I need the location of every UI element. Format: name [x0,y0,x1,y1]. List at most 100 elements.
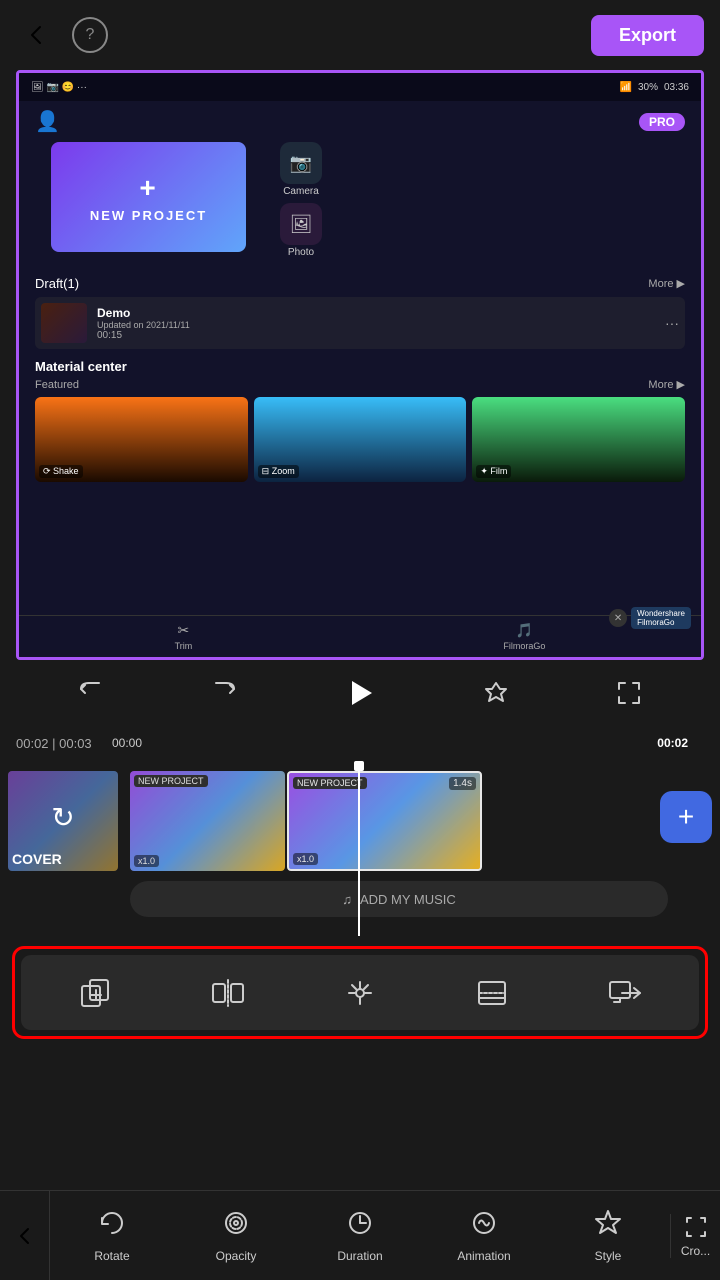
featured-grid: ⟳ Shake ⊟ Zoom ✦ Film [35,397,685,482]
filmora-icon: 🎵 [516,622,533,639]
crop-nav-item[interactable]: Cro... [670,1214,720,1258]
crop-label: Cro... [681,1244,710,1258]
playhead [358,761,360,936]
draft-item[interactable]: Demo Updated on 2021/11/11 00:15 ··· [35,297,685,349]
phone-time: 03:36 [664,82,689,93]
opacity-nav-item[interactable]: Opacity [174,1208,298,1263]
cover-label: COVER [12,851,62,867]
rotate-nav-item[interactable]: Rotate [50,1208,174,1263]
undo-button[interactable] [69,671,113,715]
redo-button[interactable] [202,671,246,715]
style-label: Style [595,1249,622,1263]
camera-icon-item[interactable]: 📷 Camera [280,142,322,197]
rotate-label: Rotate [94,1249,129,1263]
segment2-label: NEW PROJECT [293,777,367,789]
draft-duration: 00:15 [97,330,655,341]
draft-info: Demo Updated on 2021/11/11 00:15 [97,306,655,341]
watermark-logo: WondershareFilmoraGo [631,607,691,629]
duplicate-tool[interactable] [29,971,161,1015]
back-button[interactable] [16,15,56,55]
featured-item-film[interactable]: ✦ Film [472,397,685,482]
material-section: Material center Featured More ▶ ⟳ Shake … [19,353,701,486]
animation-nav-item[interactable]: Animation [422,1208,546,1263]
clip-duration-label: 1.4s [449,777,476,790]
trim-label: Trim [175,641,193,651]
replace-icon [603,971,647,1015]
segment1-label: NEW PROJECT [134,775,208,787]
duration-nav-item[interactable]: Duration [298,1208,422,1263]
new-project-label: NEW PROJECT [90,208,207,223]
photo-label: Photo [288,247,314,258]
speed-tool[interactable] [294,971,426,1015]
current-time-display: 00:02 | 00:03 [16,736,96,751]
animation-label: Animation [457,1249,510,1263]
magic-button[interactable] [474,671,518,715]
add-clip-button[interactable]: + [660,791,712,843]
speed-icon [338,971,382,1015]
tool-panel [21,955,699,1030]
speed-label-1: x1.0 [134,855,159,867]
phone-signal: 📶 [620,82,632,93]
cover-track[interactable]: ↻ COVER [8,771,118,871]
replace-tool[interactable] [559,971,691,1015]
featured-film-label: ✦ Film [476,465,511,478]
video-segment-1[interactable]: NEW PROJECT x1.0 [130,771,285,871]
fullscreen-button[interactable] [607,671,651,715]
featured-item-shake[interactable]: ⟳ Shake [35,397,248,482]
add-music-button[interactable]: ♫ ADD MY MUSIC [130,881,668,917]
duplicate-icon [73,971,117,1015]
featured-shake-label: ⟳ Shake [39,465,83,478]
camera-label: Camera [283,186,319,197]
nav-items: Rotate Opacity Duration [50,1191,670,1280]
play-button[interactable] [335,668,385,718]
filmora-label: FilmoraGo [503,641,545,651]
phone-status-icons: 🖼 📷 😊 ··· [31,82,87,93]
timeline-markers: 00:00 00:02 [96,736,704,750]
opacity-icon [221,1208,251,1245]
bottom-nav: Rotate Opacity Duration [0,1190,720,1280]
style-nav-item[interactable]: Style [546,1208,670,1263]
crop-frame-tool[interactable] [426,971,558,1015]
help-button[interactable]: ? [72,17,108,53]
phone-status-left: 🖼 📷 😊 ··· [31,82,87,93]
photo-icon: 🖼 [280,203,322,245]
featured-more-button[interactable]: More ▶ [648,378,685,391]
rotate-icon [97,1208,127,1245]
draft-thumbnail [41,303,87,343]
material-title: Material center [35,359,685,374]
draft-more-button[interactable]: More ▶ [648,277,685,290]
phone-trim-button[interactable]: ✂ Trim [175,622,193,651]
marker-2: 00:02 [657,736,688,750]
duration-label: Duration [337,1249,382,1263]
export-button[interactable]: Export [591,15,704,56]
phone-app-header: 👤 PRO [19,101,701,142]
draft-date: Updated on 2021/11/11 [97,320,655,330]
crop-frame-icon [470,971,514,1015]
draft-title: Draft(1) [35,276,79,291]
main-video-track: NEW PROJECT x1.0 1.4s NEW PROJECT x1.0 [130,771,668,871]
new-project-card[interactable]: + NEW PROJECT [51,142,246,252]
draft-name: Demo [97,306,655,320]
split-tool[interactable] [161,971,293,1015]
timeline-ruler: 00:02 | 00:03 00:00 00:02 [0,725,720,761]
style-icon [593,1208,623,1245]
controls-bar [0,660,720,725]
phone-preview: 🖼 📷 😊 ··· 📶 30% 03:36 👤 PRO + NEW PROJEC… [16,70,704,660]
plus-icon: + [139,172,157,204]
video-segment-2[interactable]: 1.4s NEW PROJECT x1.0 [287,771,482,871]
nav-back-button[interactable] [0,1191,50,1280]
featured-item-zoom[interactable]: ⊟ Zoom [254,397,467,482]
photo-icon-item[interactable]: 🖼 Photo [280,203,322,258]
timeline-track-area[interactable]: ↻ COVER NEW PROJECT x1.0 1.4s NEW PROJEC… [0,761,720,936]
phone-filmora-button[interactable]: 🎵 FilmoraGo [503,622,545,651]
top-bar: ? Export [0,0,720,70]
music-note-icon: ♫ [342,892,352,907]
watermark-close[interactable]: ✕ [609,609,627,627]
new-project-section: + NEW PROJECT 📷 Camera 🖼 Photo [19,142,701,258]
animation-icon [469,1208,499,1245]
featured-zoom-label: ⊟ Zoom [258,465,299,478]
featured-label: Featured [35,379,79,391]
side-icons: 📷 Camera 🖼 Photo [280,142,322,258]
draft-options[interactable]: ··· [665,315,679,331]
pro-badge: PRO [639,113,685,131]
